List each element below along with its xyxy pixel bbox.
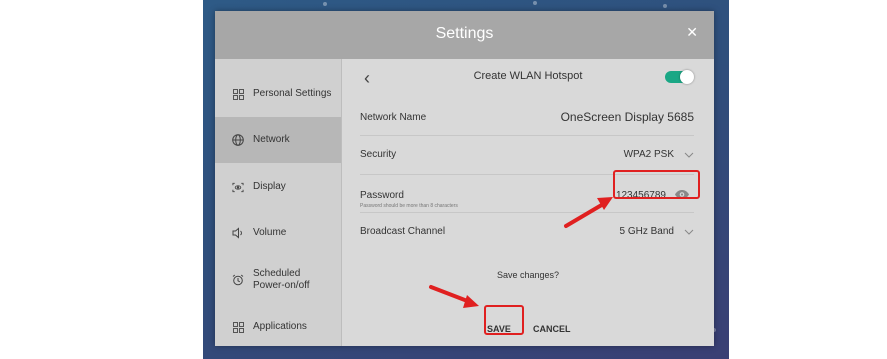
arrow-to-password [564, 197, 613, 228]
annotation-arrows [429, 197, 613, 308]
arrow-to-save [429, 285, 479, 308]
